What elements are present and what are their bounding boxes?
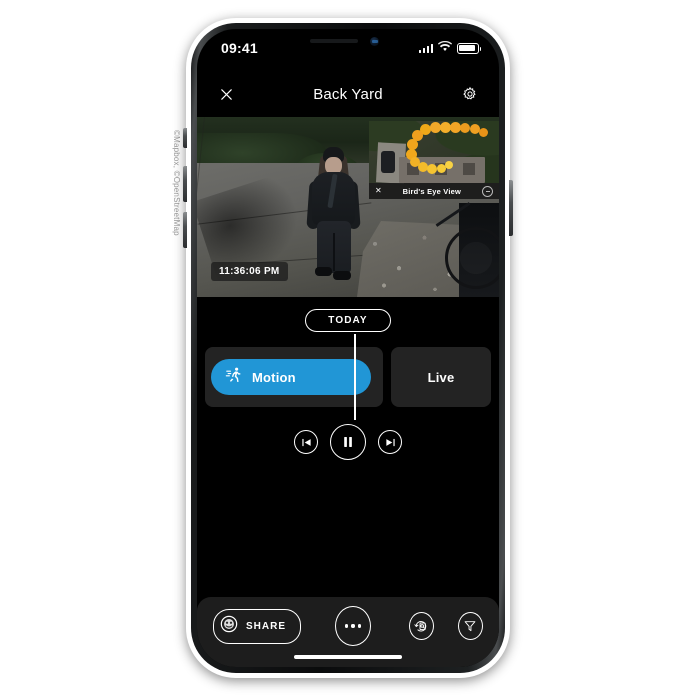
volume-up-button[interactable] (183, 166, 187, 202)
motion-path-dot (406, 138, 418, 150)
app-header: Back Yard (197, 77, 499, 111)
front-camera-icon (370, 37, 379, 46)
mute-switch[interactable] (183, 128, 187, 148)
timeline-playhead[interactable] (354, 334, 356, 420)
phone-screen: 11:36:06 PM ✕ Bird's Eye View TODAY Moti… (197, 29, 499, 667)
settings-button[interactable] (457, 81, 483, 107)
phone-notch (272, 29, 424, 54)
close-button[interactable] (213, 81, 239, 107)
home-indicator (294, 655, 402, 659)
playback-controls (197, 424, 499, 460)
pip-close-icon[interactable]: ✕ (375, 187, 382, 195)
status-time: 09:41 (221, 40, 258, 56)
running-person-icon (225, 366, 243, 389)
live-label: Live (427, 369, 455, 385)
page-title: Back Yard (313, 85, 383, 103)
today-button[interactable]: TODAY (305, 309, 391, 332)
timeline-motion-event-card[interactable]: Motion (205, 347, 383, 407)
power-button[interactable] (509, 180, 513, 236)
scene-bicycle-wheel (445, 227, 499, 289)
event-timeline[interactable]: Motion Live (197, 347, 499, 407)
person-in-frame (301, 147, 367, 287)
pip-motion-path (369, 121, 499, 183)
birds-eye-view-pip[interactable]: ✕ Bird's Eye View (369, 121, 499, 199)
today-pill-row: TODAY (197, 309, 499, 332)
share-icon (220, 615, 238, 638)
camera-video-feed[interactable]: 11:36:06 PM ✕ Bird's Eye View (197, 117, 499, 297)
status-icons (418, 39, 482, 57)
motion-path-dot (449, 121, 461, 133)
pip-label-bar: ✕ Bird's Eye View (369, 183, 499, 199)
next-button[interactable] (378, 430, 402, 454)
motion-event-label: Motion (252, 369, 296, 385)
pip-label: Bird's Eye View (402, 186, 462, 196)
battery-icon (457, 42, 482, 54)
rewind-search-button[interactable] (408, 612, 434, 640)
speaker-grille (310, 39, 358, 43)
motion-path-dot (478, 127, 488, 137)
volume-down-button[interactable] (183, 212, 187, 248)
motion-event-chip[interactable]: Motion (211, 359, 371, 395)
timeline-live-card[interactable]: Live (391, 347, 491, 407)
motion-path-dot (427, 164, 437, 174)
filter-button[interactable] (457, 612, 483, 640)
share-label: SHARE (246, 620, 287, 632)
video-timestamp: 11:36:06 PM (211, 262, 288, 281)
share-button[interactable]: SHARE (213, 608, 302, 644)
play-pause-button[interactable] (330, 424, 366, 460)
map-attribution: ©Mapbox, ©OpenStreetMap (172, 130, 181, 236)
motion-path-dot (445, 161, 453, 169)
phone-device-frame: 11:36:06 PM ✕ Bird's Eye View TODAY Moti… (186, 18, 510, 678)
wifi-icon (437, 39, 453, 57)
pip-expand-icon[interactable] (482, 185, 493, 197)
motion-path-dot (439, 121, 451, 133)
previous-button[interactable] (294, 430, 318, 454)
motion-path-dot (460, 123, 470, 133)
motion-path-dot (429, 121, 441, 133)
more-options-button[interactable] (335, 606, 371, 646)
